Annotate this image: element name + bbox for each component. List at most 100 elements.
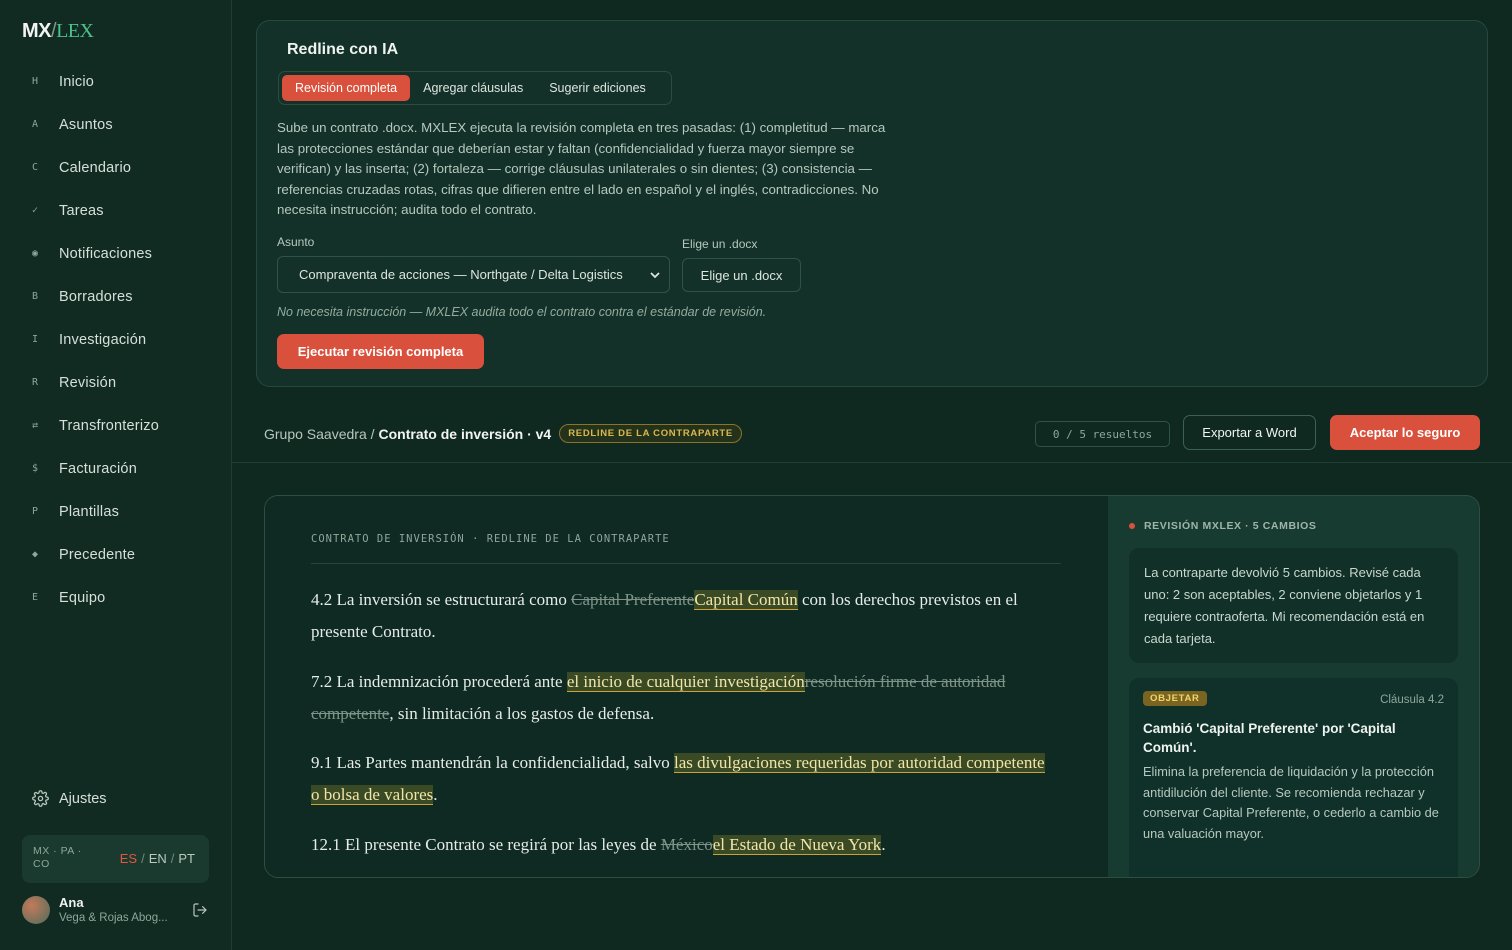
divider <box>232 462 1512 463</box>
clause-text: , sin limitación a los gastos de defensa… <box>389 703 655 723</box>
sidebar-item-equipo[interactable]: E Equipo <box>0 576 232 619</box>
clause-9-1[interactable]: 9.1 Las Partes mantendrán la confidencia… <box>311 747 1051 810</box>
language-es[interactable]: ES <box>120 851 137 866</box>
clause-4-2[interactable]: 4.2 La inversión se estructurará como Ca… <box>311 584 1051 647</box>
sidebar-item-borradores[interactable]: B Borradores <box>0 275 232 318</box>
user-profile: Ana Vega & Rojas Abog... <box>22 895 212 927</box>
clause-7-2[interactable]: 7.2 La indemnización procederá ante el i… <box>311 666 1051 729</box>
redline-title: Redline con IA <box>287 41 399 58</box>
resolved-counter: 0 / 5 resueltos <box>1035 421 1170 447</box>
document-viewer: CONTRATO DE INVERSIÓN · REDLINE DE LA CO… <box>265 496 1108 877</box>
sidebar-item-label: Precedente <box>59 546 136 563</box>
run-full-review-button[interactable]: Ejecutar revisión completa <box>277 334 484 369</box>
clause-text: . <box>433 784 438 804</box>
sidebar-item-label: Tareas <box>59 202 104 219</box>
breadcrumb-parent[interactable]: Grupo Saavedra / <box>264 426 375 442</box>
accept-safe-button[interactable]: Aceptar lo seguro <box>1330 415 1480 450</box>
dollar-icon: $ <box>32 463 39 474</box>
change-card[interactable]: OBJETAR Cláusula 4.2 Cambió 'Capital Pre… <box>1129 678 1458 877</box>
status-badge: REDLINE DE LA CONTRAPARTE <box>559 424 742 443</box>
sidebar-item-asuntos[interactable]: A Asuntos <box>0 103 232 146</box>
settings-label: Ajustes <box>59 790 107 807</box>
team-icon: E <box>32 592 39 603</box>
breadcrumb: Grupo Saavedra / Contrato de inversión ·… <box>264 424 742 443</box>
breadcrumb-current: Contrato de inversión · v4 <box>378 425 552 442</box>
sidebar-item-label: Notificaciones <box>59 245 153 262</box>
notification-dot-icon: ◉ <box>32 248 39 259</box>
review-panel: REVISIÓN MXLEX · 5 CAMBIOS La contrapart… <box>1108 496 1479 877</box>
sidebar: MX/LEX H Inicio A Asuntos C Calendario ✓ Tar… <box>0 0 232 950</box>
sidebar-item-precedente[interactable]: ◆ Precedente <box>0 533 232 576</box>
calendar-icon: C <box>32 162 39 173</box>
inserted-text: el inicio de cualquier investigación <box>566 672 805 692</box>
sidebar-item-notificaciones[interactable]: ◉ Notificaciones <box>0 232 232 275</box>
research-icon: I <box>32 334 39 345</box>
review-panel-header: REVISIÓN MXLEX · 5 CAMBIOS <box>1129 520 1317 532</box>
drafts-icon: B <box>32 291 39 302</box>
sidebar-item-investigacion[interactable]: I Investigación <box>0 318 232 361</box>
clause-text: 9.1 Las Partes mantendrán la confidencia… <box>311 753 675 772</box>
sidebar-item-label: Inicio <box>59 73 95 90</box>
home-icon: H <box>32 76 39 87</box>
clause-reference[interactable]: Cláusula 4.2 <box>1380 694 1444 706</box>
recommendation-badge: OBJETAR <box>1143 691 1207 706</box>
sidebar-item-plantillas[interactable]: P Plantillas <box>0 490 232 533</box>
user-firm: Vega & Rojas Abog... <box>59 912 168 924</box>
sidebar-item-label: Investigación <box>59 331 147 348</box>
asunto-label: Asunto <box>277 235 315 249</box>
inserted-text: Capital Común <box>694 590 798 610</box>
sidebar-item-label: Asuntos <box>59 116 113 133</box>
sidebar-item-facturacion[interactable]: $ Facturación <box>0 447 232 490</box>
exchange-arrows-icon: ⇄ <box>32 420 39 431</box>
sidebar-item-label: Revisión <box>59 374 117 391</box>
matters-icon: A <box>32 119 39 130</box>
inserted-text: el Estado de Nueva York <box>712 835 882 855</box>
logout-icon[interactable] <box>192 902 208 918</box>
tab-sugerir-ediciones[interactable]: Sugerir ediciones <box>536 75 659 101</box>
sidebar-item-transfronterizo[interactable]: ⇄ Transfronterizo <box>0 404 232 447</box>
change-description: Elimina la preferencia de liquidación y … <box>1143 764 1439 841</box>
redline-tabs: Revisión completa Agregar cláusulas Suge… <box>278 71 672 105</box>
sidebar-item-label: Plantillas <box>59 503 120 520</box>
language-pt[interactable]: PT <box>178 851 195 866</box>
choose-file-button[interactable]: Elige un .docx <box>682 258 801 292</box>
deleted-text: Capital Preferente <box>571 590 695 609</box>
deleted-text: México <box>660 835 713 854</box>
document-review-card: CONTRATO DE INVERSIÓN · REDLINE DE LA CO… <box>264 495 1480 878</box>
sidebar-item-tareas[interactable]: ✓ Tareas <box>0 189 232 232</box>
sidebar-item-revision[interactable]: R Revisión <box>0 361 232 404</box>
sidebar-item-inicio[interactable]: H Inicio <box>0 60 232 103</box>
diamond-icon: ◆ <box>32 549 39 560</box>
user-name: Ana <box>59 895 84 910</box>
chevron-down-icon <box>650 272 660 279</box>
templates-icon: P <box>32 506 39 517</box>
language-separator: / <box>141 851 145 866</box>
region-codes: MX · PA · CO <box>33 845 82 870</box>
app-logo[interactable]: MX/LEX <box>22 20 94 43</box>
asunto-selected-value: Compraventa de acciones — Northgate / De… <box>299 267 623 282</box>
clause-text: 7.2 La indemnización procederá ante <box>311 672 567 691</box>
document-header: CONTRATO DE INVERSIÓN · REDLINE DE LA CO… <box>311 533 670 545</box>
status-dot-icon <box>1129 523 1135 529</box>
gear-icon <box>32 790 49 807</box>
tab-revision-completa[interactable]: Revisión completa <box>282 75 411 101</box>
language-en[interactable]: EN <box>149 851 167 866</box>
sidebar-item-label: Equipo <box>59 589 106 606</box>
redline-card: Redline con IA Revisión completa Agregar… <box>256 20 1488 387</box>
clause-text: 12.1 El presente Contrato se regirá por … <box>311 835 661 854</box>
sidebar-item-label: Calendario <box>59 159 132 176</box>
sidebar-item-label: Facturación <box>59 460 137 477</box>
avatar[interactable] <box>22 896 50 924</box>
check-icon: ✓ <box>32 205 39 216</box>
sidebar-item-label: Transfronterizo <box>59 417 159 434</box>
settings-link[interactable]: Ajustes <box>32 790 107 807</box>
export-word-button[interactable]: Exportar a Word <box>1183 415 1316 450</box>
sidebar-nav: H Inicio A Asuntos C Calendario ✓ Tareas ◉ No… <box>0 60 232 619</box>
sidebar-item-calendario[interactable]: C Calendario <box>0 146 232 189</box>
clause-text: . <box>881 835 886 854</box>
clause-12-1[interactable]: 12.1 El presente Contrato se regirá por … <box>311 829 1051 861</box>
clause-text: 4.2 La inversión se estructurará como <box>311 590 572 609</box>
divider <box>311 563 1061 564</box>
tab-agregar-clausulas[interactable]: Agregar cláusulas <box>410 75 536 101</box>
asunto-select[interactable]: Compraventa de acciones — Northgate / De… <box>277 256 670 293</box>
